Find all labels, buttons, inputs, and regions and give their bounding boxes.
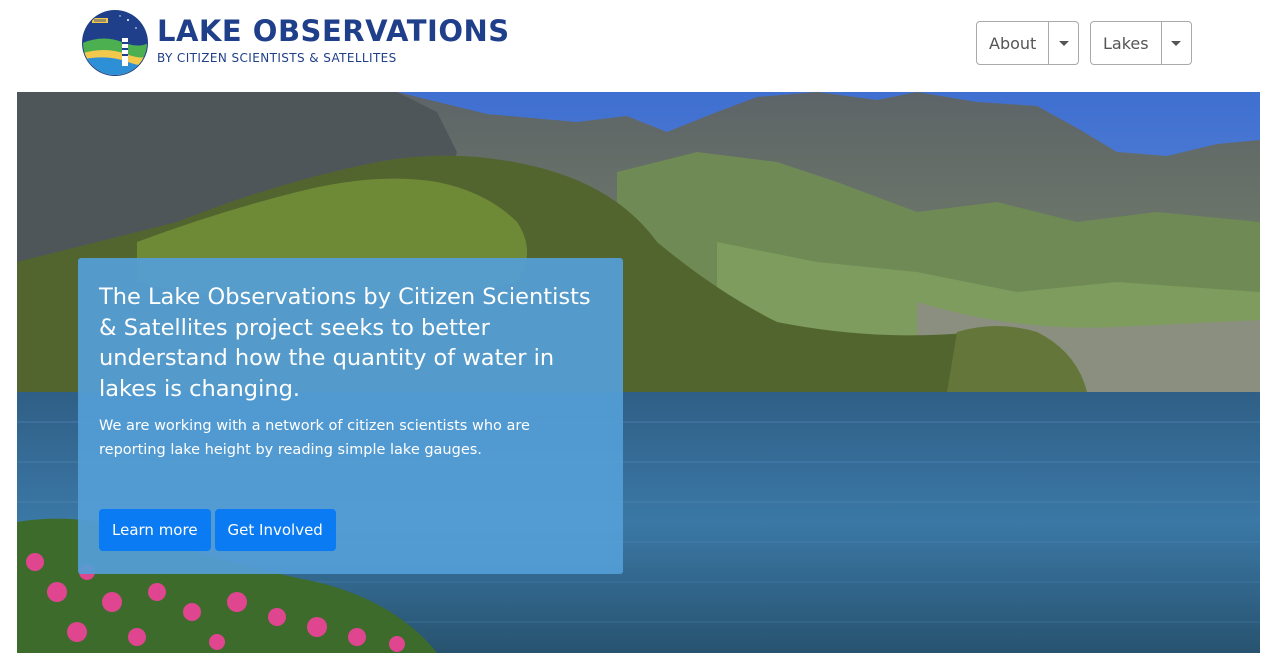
hero-section: The Lake Observations by Citizen Scienti… [17,92,1260,653]
site-header: LAKE OBSERVATIONS BY CITIZEN SCIENTISTS … [0,0,1261,92]
hero-heading: The Lake Observations by Citizen Scienti… [99,284,591,402]
nav-about-toggle[interactable] [1049,22,1078,64]
hero-actions: Learn more Get Involved [99,509,336,551]
nav-lakes-toggle[interactable] [1162,22,1191,64]
hero-body: We are working with a network of citizen… [99,418,530,458]
site-logo[interactable] [82,8,148,78]
nav-about-button[interactable]: About [977,22,1050,64]
satellite-lake-gauge-logo-icon [82,10,148,76]
caret-down-icon [1171,40,1182,46]
nav-lakes-dropdown: Lakes [1090,21,1192,65]
learn-more-button[interactable]: Learn more [99,509,211,551]
nav-about-dropdown: About [976,21,1080,65]
caret-down-icon [1058,40,1069,46]
nav-lakes-button[interactable]: Lakes [1091,22,1162,64]
brand-subtitle: BY CITIZEN SCIENTISTS & SATELLITES [157,51,397,65]
hero-callout: The Lake Observations by Citizen Scienti… [78,258,623,574]
get-involved-button[interactable]: Get Involved [214,509,336,551]
brand-title[interactable]: LAKE OBSERVATIONS [157,15,510,47]
